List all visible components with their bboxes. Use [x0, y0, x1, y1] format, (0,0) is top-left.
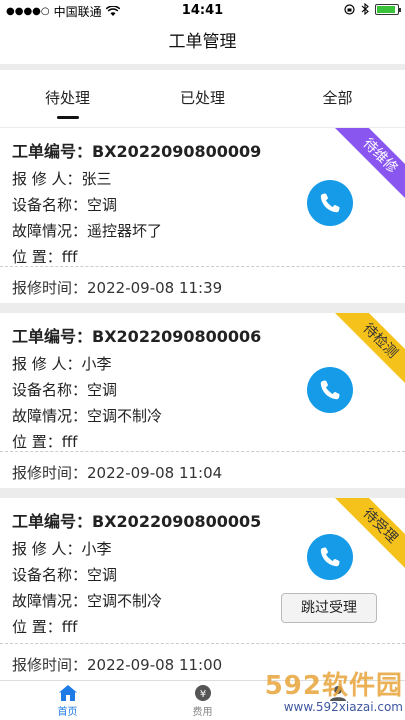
order-number-value: BX2022090800009 [92, 142, 262, 161]
order-number-label: 工单编号： [12, 142, 93, 161]
bluetooth-icon [361, 3, 369, 15]
tab-pending[interactable]: 待处理 [0, 70, 135, 127]
device-value: 空调 [87, 381, 118, 399]
report-time-row: 报修时间：2022-09-08 11:04 [0, 451, 405, 488]
fault-value: 遥控器坏了 [87, 222, 163, 240]
order-card[interactable]: 待检测 工单编号：BX2022090800006 报 修 人：小李 设备名称：空… [0, 313, 405, 488]
page-title: 工单管理 [0, 20, 405, 64]
fault-value: 空调不制冷 [87, 407, 163, 425]
location-label: 位 置： [12, 248, 62, 266]
fault-value: 空调不制冷 [87, 592, 163, 610]
location-label: 位 置： [12, 433, 62, 451]
device-value: 空调 [87, 566, 118, 584]
phone-icon [320, 547, 340, 567]
location-value: fff [61, 248, 78, 266]
order-card[interactable]: 待维修 工单编号：BX2022090800009 报 修 人：张三 设备名称：空… [0, 128, 405, 303]
lock-rotation-icon [344, 3, 355, 15]
order-card[interactable]: 待受理 工单编号：BX2022090800005 报 修 人：小李 设备名称：空… [0, 498, 405, 680]
status-bar: ●●●●○ 中国联通 14:41 [0, 0, 405, 20]
reporter-label: 报 修 人： [12, 170, 82, 188]
reporter-label: 报 修 人： [12, 540, 82, 558]
report-time-value: 2022-09-08 11:04 [87, 464, 223, 482]
call-button[interactable] [307, 534, 353, 580]
fault-label: 故障情况： [12, 407, 88, 425]
order-number-label: 工单编号： [12, 327, 93, 346]
home-icon [58, 685, 77, 701]
order-number-row: 工单编号：BX2022090800005 [12, 508, 393, 536]
report-time-label: 报修时间： [12, 464, 88, 482]
location-value: fff [61, 618, 78, 636]
tabbar-home-label: 首页 [57, 707, 78, 718]
location-value: fff [61, 433, 78, 451]
call-button[interactable] [307, 180, 353, 226]
report-time-label: 报修时间： [12, 279, 88, 297]
phone-icon [320, 193, 340, 213]
order-number-value: BX2022090800005 [92, 512, 262, 531]
call-button[interactable] [307, 367, 353, 413]
reporter-label: 报 修 人： [12, 355, 82, 373]
fault-label: 故障情况： [12, 592, 88, 610]
order-number-value: BX2022090800006 [92, 327, 262, 346]
device-label: 设备名称： [12, 381, 88, 399]
reporter-value: 小李 [81, 540, 112, 558]
order-number-label: 工单编号： [12, 512, 93, 531]
skip-acceptance-button[interactable]: 跳过受理 [281, 593, 377, 623]
watermark-brand: 592软件园 [264, 671, 403, 701]
reporter-value: 张三 [81, 170, 112, 188]
order-number-row: 工单编号：BX2022090800009 [12, 138, 393, 166]
phone-icon [320, 380, 340, 400]
tab-processed[interactable]: 已处理 [135, 70, 270, 127]
report-time-label: 报修时间： [12, 656, 88, 674]
device-label: 设备名称： [12, 566, 88, 584]
site-watermark: 592软件园 www.592xiazai.com [183, 672, 403, 716]
tab-all[interactable]: 全部 [270, 70, 405, 127]
report-time-value: 2022-09-08 11:39 [87, 279, 223, 297]
reporter-value: 小李 [81, 355, 112, 373]
tabbar-home[interactable]: 首页 [0, 681, 135, 720]
device-value: 空调 [87, 196, 118, 214]
tab-strip: 待处理 已处理 全部 [0, 70, 405, 127]
device-label: 设备名称： [12, 196, 88, 214]
location-label: 位 置： [12, 618, 62, 636]
battery-icon [375, 3, 401, 15]
report-time-row: 报修时间：2022-09-08 11:39 [0, 266, 405, 303]
watermark-url: www.592xiazai.com [283, 700, 403, 714]
order-number-row: 工单编号：BX2022090800006 [12, 323, 393, 351]
status-right [344, 3, 401, 15]
fault-label: 故障情况： [12, 222, 88, 240]
